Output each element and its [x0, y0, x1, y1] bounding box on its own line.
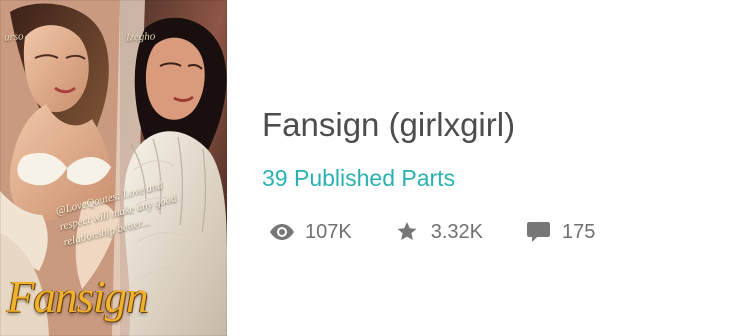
story-title[interactable]: Fansign (girlxgirl): [262, 105, 515, 145]
votes-stat: 3.32K: [394, 220, 483, 244]
story-stats: 107K 3.32K 175: [268, 218, 595, 246]
star-icon: [394, 220, 421, 244]
story-card[interactable]: urso Izegho @LoveQoutes: Love and respec…: [0, 0, 741, 336]
cover-top-right-text: Izegho: [125, 30, 156, 44]
comments-stat: 175: [525, 220, 595, 244]
votes-count: 3.32K: [430, 221, 483, 243]
story-cover[interactable]: urso Izegho @LoveQoutes: Love and respec…: [0, 0, 227, 336]
eye-icon: [268, 220, 295, 244]
reads-count: 107K: [305, 221, 352, 243]
cover-top-left-text: urso: [3, 30, 24, 44]
comments-count: 175: [561, 221, 596, 243]
story-info: Fansign (girlxgirl) 39 Published Parts 1…: [262, 96, 722, 256]
published-parts[interactable]: 39 Published Parts: [262, 164, 455, 192]
comment-icon: [525, 220, 552, 244]
cover-title: Fansign: [7, 272, 149, 322]
reads-stat: 107K: [268, 220, 352, 244]
